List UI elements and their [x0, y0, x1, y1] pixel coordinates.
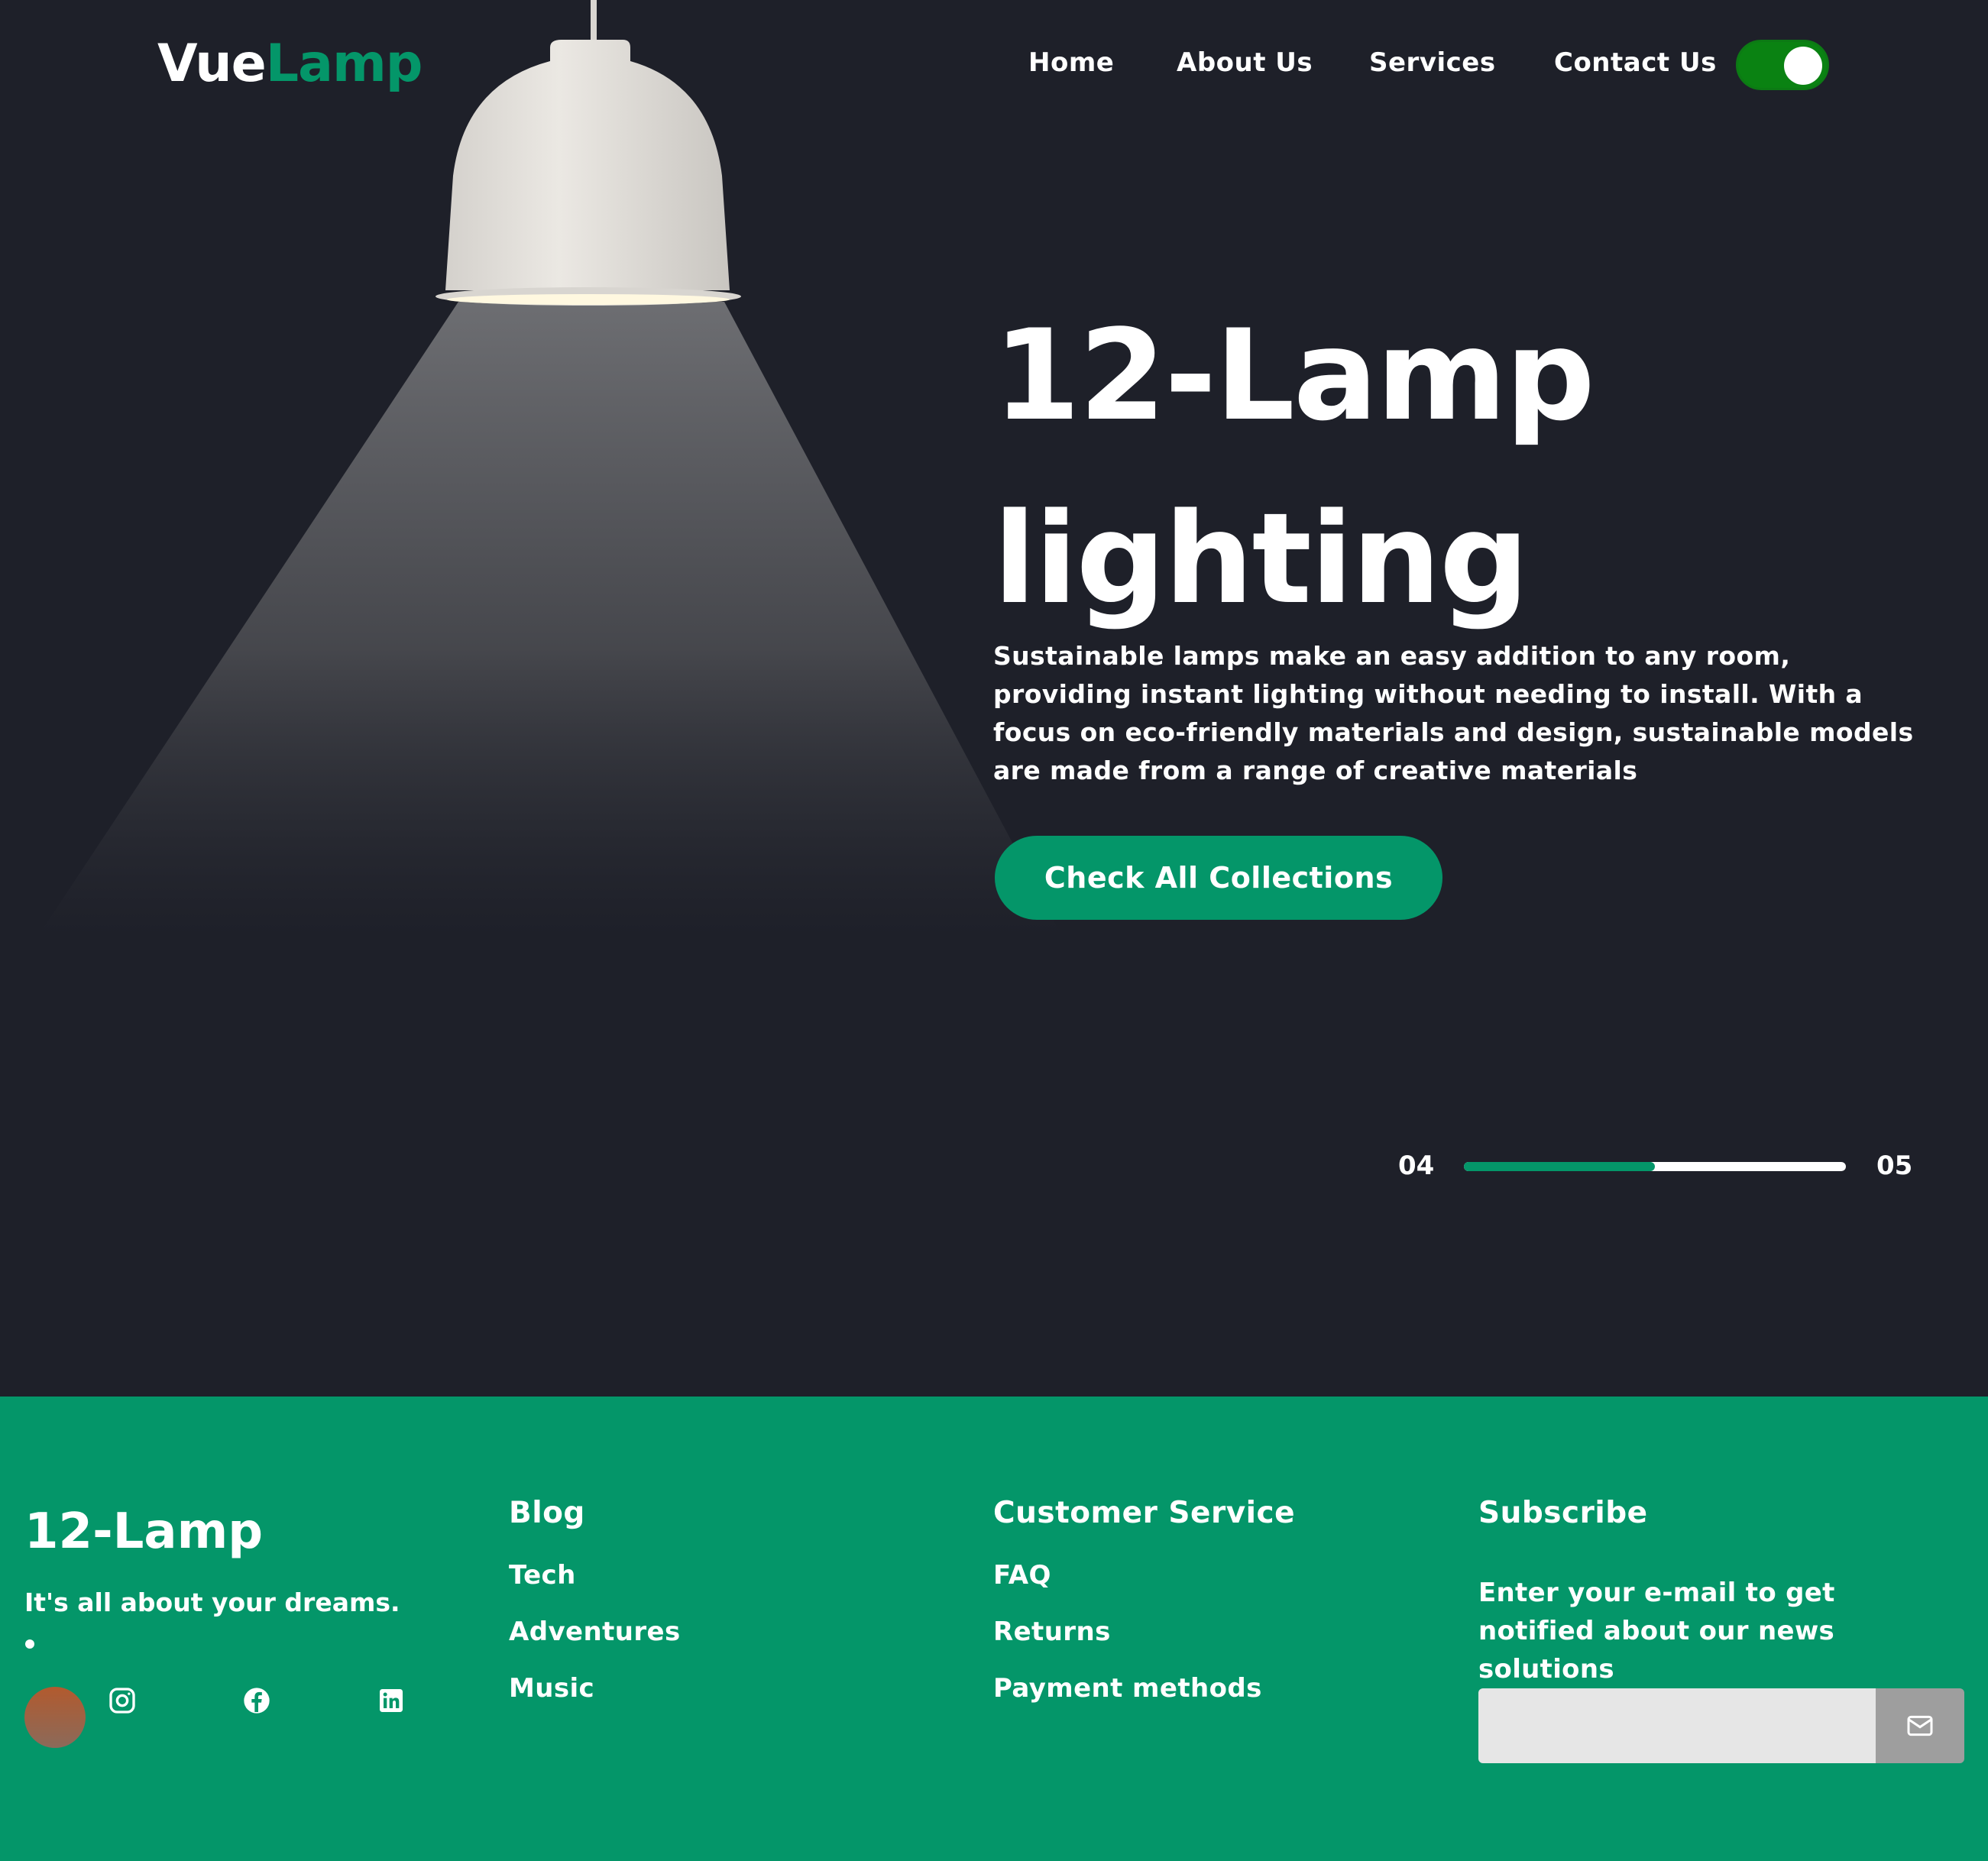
slide-progress-fill: [1464, 1162, 1655, 1171]
hero-title-line1: 12-Lamp: [993, 303, 1595, 448]
hero-description: Sustainable lamps make an easy addition …: [993, 641, 1914, 785]
subscribe-email-input[interactable]: [1478, 1688, 1876, 1763]
avatar[interactable]: [24, 1687, 86, 1748]
slide-progress-track[interactable]: [1464, 1162, 1846, 1171]
blog-link-adventures[interactable]: Adventures: [509, 1617, 681, 1647]
logo-text-vue: Vue: [157, 34, 267, 94]
link-returns[interactable]: Returns: [993, 1617, 1111, 1647]
hero-title-line2: lighting: [993, 486, 1529, 632]
subscribe-heading: Subscribe: [1478, 1496, 1648, 1530]
link-payment-methods[interactable]: Payment methods: [993, 1673, 1262, 1704]
check-collections-button[interactable]: Check All Collections: [995, 836, 1442, 920]
link-faq[interactable]: FAQ: [993, 1560, 1051, 1591]
linkedin-icon[interactable]: [376, 1685, 406, 1716]
logo-text-lamp: Lamp: [265, 34, 423, 94]
nav-about-us[interactable]: About Us: [1177, 47, 1313, 78]
blog-heading: Blog: [509, 1496, 585, 1530]
site-logo[interactable]: VueLamp: [157, 34, 423, 94]
customer-service-heading: Customer Service: [993, 1496, 1296, 1530]
nav-services[interactable]: Services: [1369, 47, 1496, 78]
slide-total-number: 05: [1876, 1151, 1913, 1181]
footer-brand: 12-Lamp: [24, 1503, 264, 1560]
site-footer: 12-Lamp It's all about your dreams. Blog…: [0, 1397, 1988, 1861]
footer-tagline: It's all about your dreams.: [24, 1588, 400, 1617]
subscribe-description: Enter your e-mail to get notified about …: [1478, 1578, 1835, 1685]
mail-icon: [1907, 1715, 1933, 1736]
slide-current-number: 04: [1398, 1151, 1435, 1181]
hero-section: VueLamp Home About Us Services Contact U…: [0, 0, 1988, 1397]
theme-toggle[interactable]: [1736, 40, 1829, 90]
bullet-dot: [25, 1639, 34, 1649]
toggle-knob: [1784, 47, 1822, 85]
nav-home[interactable]: Home: [1028, 47, 1114, 78]
blog-link-music[interactable]: Music: [509, 1673, 594, 1704]
subscribe-submit-button[interactable]: [1876, 1688, 1964, 1763]
blog-link-tech[interactable]: Tech: [509, 1560, 576, 1591]
pendant-lamp-illustration: [38, 0, 1062, 936]
instagram-icon[interactable]: [107, 1685, 138, 1716]
hero-title: 12-Lamp lighting: [993, 284, 1595, 651]
facebook-icon[interactable]: [241, 1685, 272, 1716]
nav-contact-us[interactable]: Contact Us: [1554, 47, 1717, 78]
